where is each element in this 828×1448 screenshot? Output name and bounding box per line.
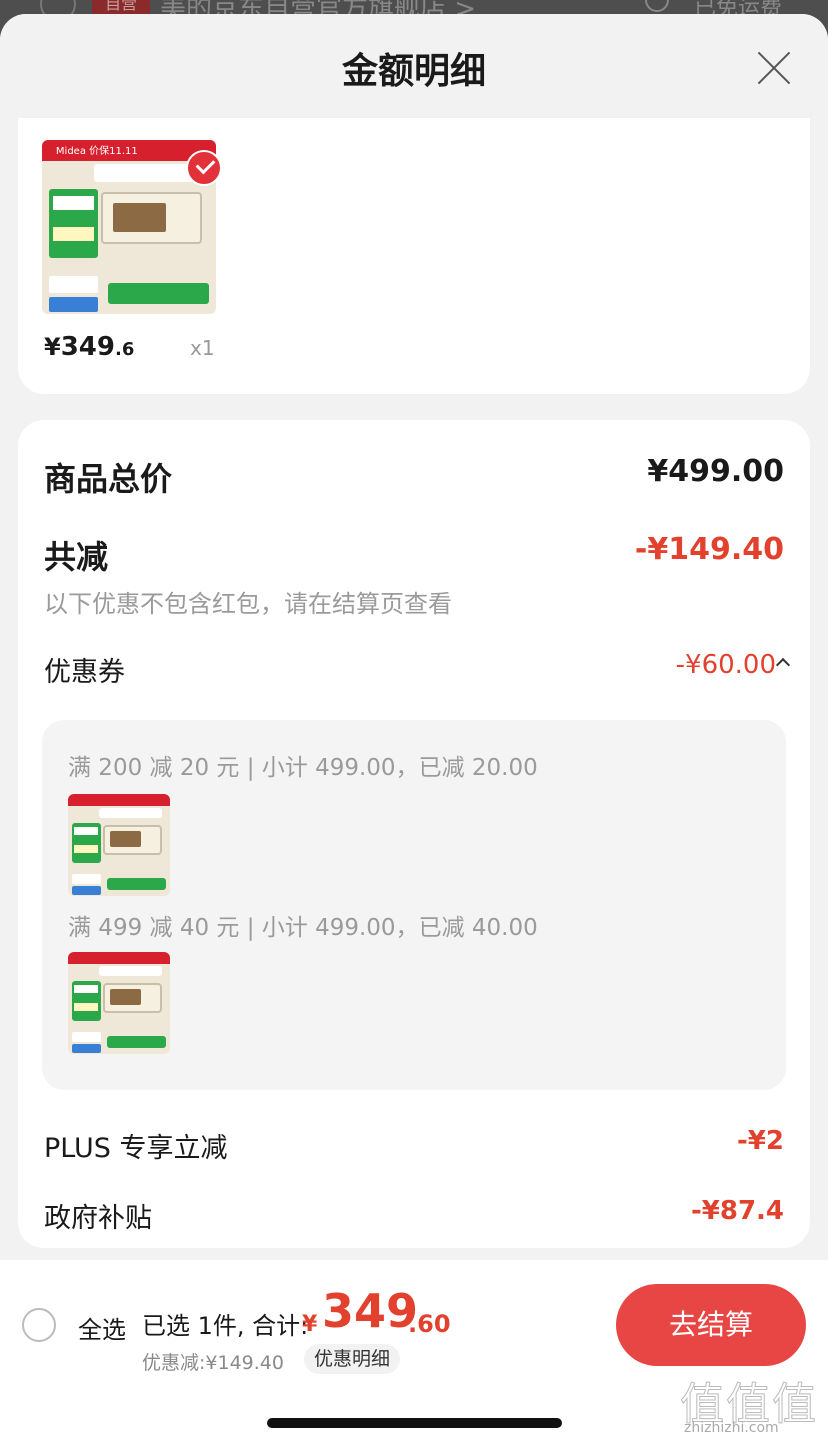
coupon-product-image (68, 952, 170, 1054)
price-symbol: ¥ (44, 333, 61, 361)
selected-count-text: 已选 1件, 合计: (142, 1312, 309, 1340)
coupon-label: 优惠券 (44, 657, 125, 688)
checkout-button[interactable]: 去结算 (616, 1284, 806, 1366)
sheet-title: 金额明细 (341, 51, 486, 92)
coupon-detail-box: 满 200 减 20 元 | 小计 499.00，已减 20.00 满 499 … (42, 720, 786, 1090)
price-decimal: .6 (114, 339, 135, 360)
plus-discount-label: PLUS 专享立减 (44, 1133, 228, 1164)
price-integer: 349 (60, 332, 115, 362)
government-subsidy-label: 政府补贴 (44, 1203, 152, 1234)
coupon-item-text: 满 499 减 40 元 | 小计 499.00，已减 40.00 (68, 915, 538, 941)
reduction-note: 以下优惠不包含红包，请在结算页查看 (44, 590, 452, 618)
footer-total-decimal: .60 (408, 1310, 451, 1338)
home-indicator (267, 1418, 562, 1428)
self-operated-badge: 自营 (92, 0, 150, 14)
government-subsidy-amount: -¥87.4 (690, 1196, 784, 1226)
info-icon (645, 0, 669, 12)
footer-total-integer: 349 (322, 1284, 419, 1338)
plus-discount-amount: -¥2 (737, 1126, 784, 1156)
product-image-brand: Midea 价保11.11 (55, 146, 138, 158)
selected-check-icon[interactable] (186, 150, 222, 186)
total-reduction-label: 共减 (44, 538, 109, 576)
product-price: ¥349.6 (44, 332, 134, 362)
select-all-checkbox[interactable] (22, 1308, 56, 1342)
discount-summary: 优惠减:¥149.40 (142, 1352, 284, 1374)
watermark-site: zhizhizhi.com (684, 1420, 779, 1436)
select-all-label[interactable]: 全选 (78, 1310, 126, 1345)
discount-detail-button[interactable]: 优惠明细 (304, 1344, 401, 1374)
footer-total-symbol: ¥ (302, 1312, 318, 1337)
product-quantity: x1 (190, 336, 215, 360)
coupon-item-text: 满 200 减 20 元 | 小计 499.00，已减 20.00 (68, 755, 538, 781)
close-icon[interactable] (756, 50, 792, 86)
coupon-amount: -¥60.00 (675, 650, 776, 680)
sheet-header: 金额明细 (0, 14, 828, 120)
total-price-amount: ¥499.00 (647, 454, 784, 489)
amount-detail-sheet: 金额明细 Midea 价保11.11 ¥349.6 x1 商品总价 ¥499.0… (0, 14, 828, 1448)
coupon-product-image (68, 794, 170, 896)
price-breakdown-card: 商品总价 ¥499.00 共减 -¥149.40 以下优惠不包含红包，请在结算页… (18, 420, 810, 1248)
total-price-label: 商品总价 (44, 460, 173, 498)
watermark-logo: 值值值 zhizhizhi.com (680, 1368, 820, 1442)
product-card: Midea 价保11.11 ¥349.6 x1 (18, 118, 810, 394)
chevron-up-icon[interactable] (775, 657, 791, 673)
total-reduction-amount: -¥149.40 (634, 532, 784, 567)
